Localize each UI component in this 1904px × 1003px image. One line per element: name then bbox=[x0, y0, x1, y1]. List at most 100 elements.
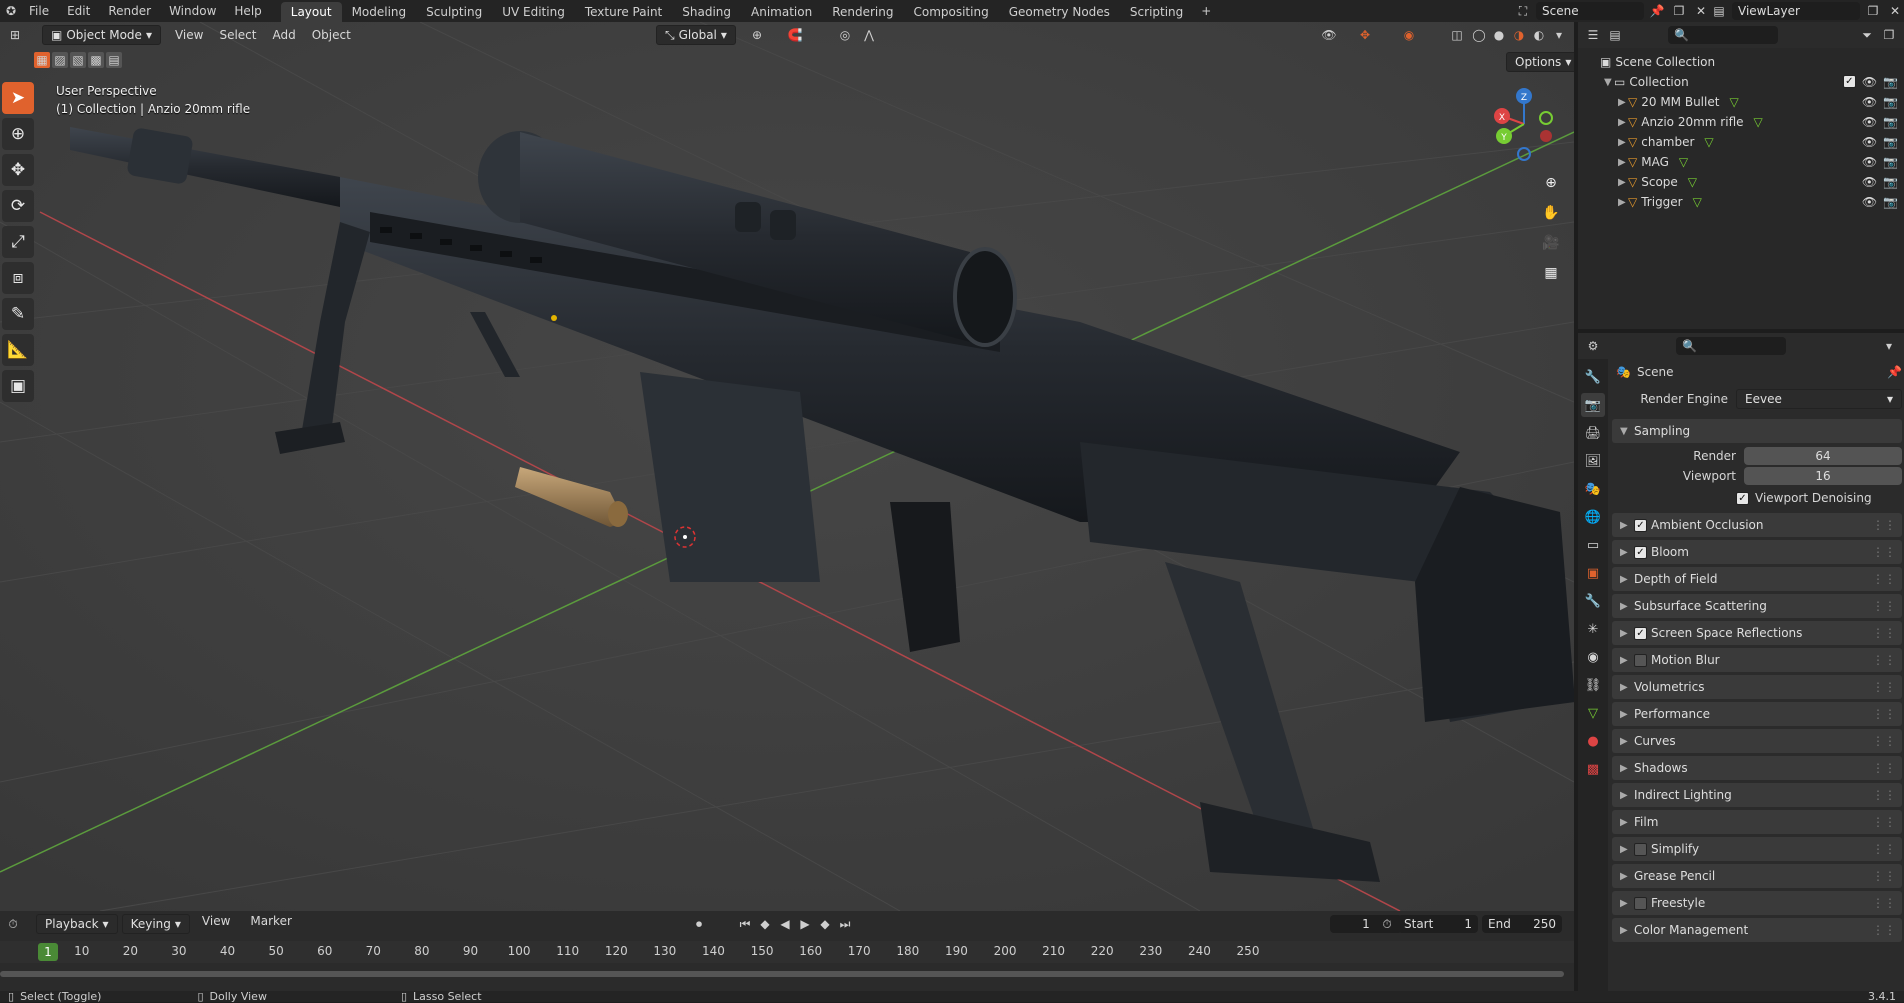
current-frame-indicator[interactable]: 1 bbox=[38, 943, 58, 961]
gizmo-toggle-icon[interactable]: ✥ bbox=[1356, 26, 1374, 44]
eye-icon[interactable]: 👁 bbox=[1862, 95, 1877, 109]
panel-indirect-lighting[interactable]: ▶ Indirect Lighting ⋮⋮ bbox=[1612, 783, 1902, 807]
cursor-tool[interactable]: ⊕ bbox=[2, 118, 34, 150]
prev-keyframe-icon[interactable]: ◆ bbox=[756, 915, 774, 933]
workspace-tab-layout[interactable]: Layout bbox=[280, 2, 342, 22]
drag-handle-icon[interactable]: ⋮⋮ bbox=[1872, 653, 1896, 667]
viewport-menu-view[interactable]: View bbox=[167, 28, 211, 42]
expand-chevron-icon[interactable]: ▶ bbox=[1618, 177, 1628, 188]
perspective-grid-icon[interactable]: ▦ bbox=[1538, 260, 1564, 286]
scene-tab-icon[interactable]: 🎭 bbox=[1581, 477, 1605, 501]
sampling-panel-header[interactable]: ▼ Sampling bbox=[1612, 419, 1902, 443]
drag-handle-icon[interactable]: ⋮⋮ bbox=[1872, 707, 1896, 721]
outliner-object-row[interactable]: ▶ ▽ 20 MM Bullet ▽ 👁 📷 bbox=[1578, 92, 1904, 112]
render-samples-field[interactable]: 64 bbox=[1744, 447, 1902, 465]
new-view-layer-icon[interactable]: ❐ bbox=[1864, 2, 1882, 20]
eye-icon[interactable]: 👁 bbox=[1862, 75, 1877, 89]
panel-enable-checkbox[interactable] bbox=[1634, 896, 1647, 910]
panel-enable-checkbox[interactable] bbox=[1634, 842, 1647, 856]
workspace-tab-shading[interactable]: Shading bbox=[672, 2, 741, 22]
expand-chevron-icon[interactable]: ▶ bbox=[1618, 117, 1628, 128]
panel-shadows[interactable]: ▶ Shadows ⋮⋮ bbox=[1612, 756, 1902, 780]
next-keyframe-icon[interactable]: ◆ bbox=[816, 915, 834, 933]
properties-editor-icon[interactable]: ⚙ bbox=[1584, 337, 1602, 355]
workspace-tab-compositing[interactable]: Compositing bbox=[903, 2, 998, 22]
add-cube-tool[interactable]: ▣ bbox=[2, 370, 34, 402]
panel-enable-checkbox[interactable]: ✓ bbox=[1634, 626, 1647, 640]
timeline-editor-icon[interactable]: ⏱ bbox=[4, 915, 22, 933]
drag-handle-icon[interactable]: ⋮⋮ bbox=[1872, 626, 1896, 640]
particles-tab-icon[interactable]: ✳ bbox=[1581, 617, 1605, 641]
eye-icon[interactable]: 👁 bbox=[1862, 135, 1877, 149]
panel-motion-blur[interactable]: ▶ Motion Blur ⋮⋮ bbox=[1612, 648, 1902, 672]
drag-handle-icon[interactable]: ⋮⋮ bbox=[1872, 896, 1896, 910]
end-frame-field[interactable]: End 250 bbox=[1482, 915, 1562, 933]
viewport-scene[interactable] bbox=[0, 22, 1574, 911]
outliner-editor-icon[interactable]: ☰ bbox=[1584, 26, 1602, 44]
menu-help[interactable]: Help bbox=[225, 0, 270, 22]
menu-window[interactable]: Window bbox=[160, 0, 225, 22]
drag-handle-icon[interactable]: ⋮⋮ bbox=[1872, 788, 1896, 802]
viewport-menu-select[interactable]: Select bbox=[211, 28, 264, 42]
render-camera-icon[interactable]: 📷 bbox=[1883, 135, 1898, 149]
render-engine-dropdown[interactable]: Eevee ▾ bbox=[1736, 389, 1902, 409]
add-workspace-button[interactable]: + bbox=[1197, 2, 1215, 20]
render-camera-icon[interactable]: 📷 bbox=[1883, 95, 1898, 109]
outliner-object-row[interactable]: ▶ ▽ Trigger ▽ 👁 📷 bbox=[1578, 192, 1904, 212]
render-camera-icon[interactable]: 📷 bbox=[1883, 75, 1898, 89]
view-layer-tab-icon[interactable]: 🖼 bbox=[1581, 449, 1605, 473]
outliner-search-input[interactable]: 🔍 bbox=[1668, 26, 1778, 44]
select-new-icon[interactable]: ▦ bbox=[34, 52, 50, 68]
xray-icon[interactable]: ◫ bbox=[1448, 26, 1466, 44]
options-dropdown[interactable]: Options ▾ bbox=[1506, 52, 1574, 72]
scene-name-field[interactable]: Scene bbox=[1536, 2, 1644, 20]
camera-icon[interactable]: 🎥 bbox=[1538, 230, 1564, 256]
filter-icon[interactable]: ⏷ bbox=[1858, 26, 1876, 44]
render-camera-icon[interactable]: 📷 bbox=[1883, 175, 1898, 189]
panel-performance[interactable]: ▶ Performance ⋮⋮ bbox=[1612, 702, 1902, 726]
render-camera-icon[interactable]: 📷 bbox=[1883, 115, 1898, 129]
drag-handle-icon[interactable]: ⋮⋮ bbox=[1872, 518, 1896, 532]
physics-tab-icon[interactable]: ◉ bbox=[1581, 645, 1605, 669]
workspace-tab-sculpting[interactable]: Sculpting bbox=[416, 2, 492, 22]
orientation-dropdown[interactable]: ⤡ Global ▾ bbox=[656, 25, 736, 45]
render-tab-icon[interactable]: 📷 bbox=[1581, 393, 1605, 417]
expand-chevron-icon[interactable]: ▶ bbox=[1618, 157, 1628, 168]
drag-handle-icon[interactable]: ⋮⋮ bbox=[1872, 572, 1896, 586]
view-layer-icon[interactable]: ▤ bbox=[1710, 2, 1728, 20]
timeline-scrollbar[interactable] bbox=[0, 971, 1564, 977]
material-preview-icon[interactable]: ◑ bbox=[1510, 26, 1528, 44]
object-tab-icon[interactable]: ▣ bbox=[1581, 561, 1605, 585]
properties-options-icon[interactable]: ▾ bbox=[1880, 337, 1898, 355]
scale-tool[interactable]: ⤢ bbox=[2, 226, 34, 258]
editor-type-icon[interactable]: ⊞ bbox=[6, 26, 24, 44]
collection-checkbox[interactable]: ✓ bbox=[1842, 75, 1856, 88]
panel-grease-pencil[interactable]: ▶ Grease Pencil ⋮⋮ bbox=[1612, 864, 1902, 888]
render-camera-icon[interactable]: 📷 bbox=[1883, 195, 1898, 209]
play-icon[interactable]: ▶ bbox=[796, 915, 814, 933]
viewport-denoising-row[interactable]: ✓ Viewport Denoising bbox=[1612, 486, 1902, 510]
panel-color-management[interactable]: ▶ Color Management ⋮⋮ bbox=[1612, 918, 1902, 942]
start-frame-field[interactable]: Start 1 bbox=[1398, 915, 1478, 933]
3d-viewport[interactable]: ⊞ ▣ Object Mode ▾ View Select Add Object ⤡ … bbox=[0, 22, 1574, 911]
panel-enable-checkbox[interactable] bbox=[1634, 653, 1647, 667]
select-box-tool[interactable]: ➤ bbox=[2, 82, 34, 114]
transform-tool[interactable]: ⧈ bbox=[2, 262, 34, 294]
material-tab-icon[interactable]: ● bbox=[1581, 729, 1605, 753]
shading-options-icon[interactable]: ▾ bbox=[1550, 26, 1568, 44]
record-icon[interactable]: ⏺ bbox=[690, 915, 708, 933]
eye-icon[interactable]: 👁 bbox=[1862, 195, 1877, 209]
play-reverse-icon[interactable]: ◀ bbox=[776, 915, 794, 933]
rendered-shading-icon[interactable]: ◐ bbox=[1530, 26, 1548, 44]
pin-icon[interactable]: 📌 bbox=[1648, 2, 1666, 20]
viewport-menu-object[interactable]: Object bbox=[304, 28, 359, 42]
scene-icon[interactable]: ⛶ bbox=[1514, 2, 1532, 20]
delete-scene-icon[interactable]: ✕ bbox=[1692, 2, 1710, 20]
mode-dropdown[interactable]: ▣ Object Mode ▾ bbox=[42, 25, 161, 45]
viewport-denoising-checkbox[interactable]: ✓ bbox=[1736, 491, 1749, 505]
pan-hand-icon[interactable]: ✋ bbox=[1538, 200, 1564, 226]
workspace-tab-texture-paint[interactable]: Texture Paint bbox=[575, 2, 672, 22]
new-scene-icon[interactable]: ❐ bbox=[1670, 2, 1688, 20]
measure-tool[interactable]: 📐 bbox=[2, 334, 34, 366]
timeline-menu-playback[interactable]: Playback ▾ bbox=[36, 914, 118, 934]
